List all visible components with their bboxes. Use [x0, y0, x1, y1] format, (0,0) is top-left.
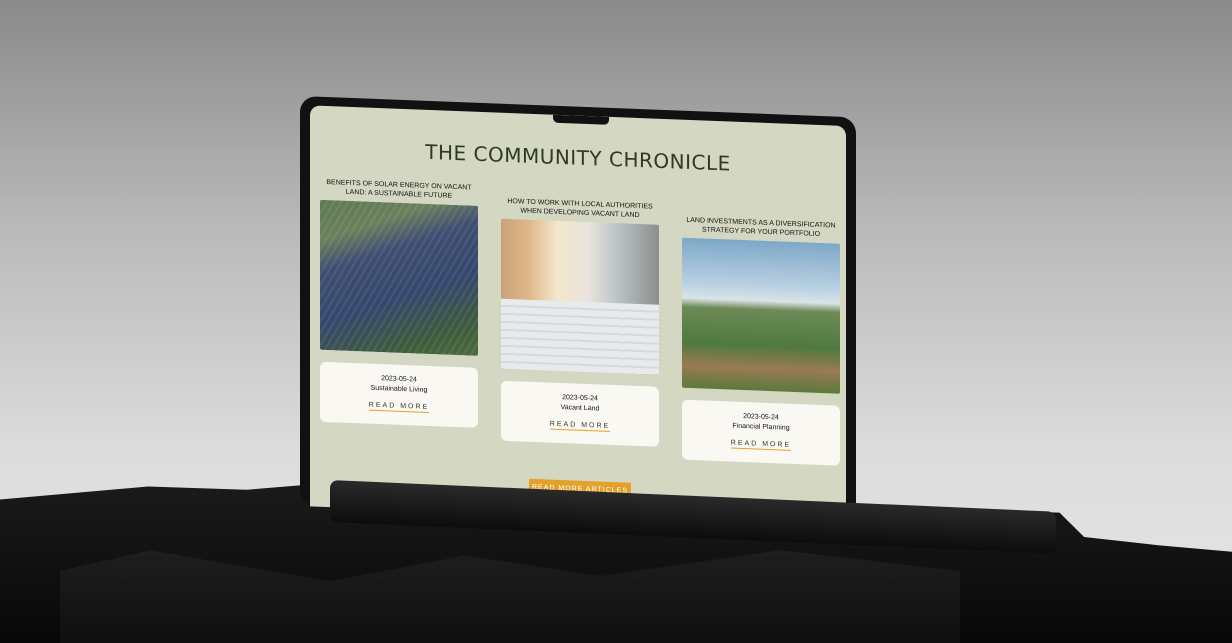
laptop-screen: THE COMMUNITY CHRONICLE BENEFITS OF SOLA… [310, 105, 846, 527]
laptop: THE COMMUNITY CHRONICLE BENEFITS OF SOLA… [300, 96, 856, 528]
read-more-link[interactable]: READ MORE [730, 439, 792, 451]
article-meta-card: 2023-05-24 Vacant Land READ MORE [501, 380, 659, 447]
article-image-desk-documents[interactable] [501, 218, 659, 375]
article-image-solar-farm[interactable] [320, 199, 478, 356]
article-card[interactable]: BENEFITS OF SOLAR ENERGY ON VACANT LAND:… [320, 178, 478, 428]
article-image-aerial-landscape[interactable] [682, 237, 840, 394]
read-more-link[interactable]: READ MORE [368, 401, 430, 413]
site-title: THE COMMUNITY CHRONICLE [425, 139, 731, 176]
camera-notch [553, 114, 609, 125]
article-card[interactable]: HOW TO WORK WITH LOCAL AUTHORITIES WHEN … [501, 197, 659, 447]
article-meta-card: 2023-05-24 Financial Planning READ MORE [682, 399, 840, 466]
article-card[interactable]: LAND INVESTMENTS AS A DIVERSIFICATION ST… [682, 216, 840, 466]
read-more-link[interactable]: READ MORE [549, 420, 611, 432]
article-meta-card: 2023-05-24 Sustainable Living READ MORE [320, 361, 478, 428]
